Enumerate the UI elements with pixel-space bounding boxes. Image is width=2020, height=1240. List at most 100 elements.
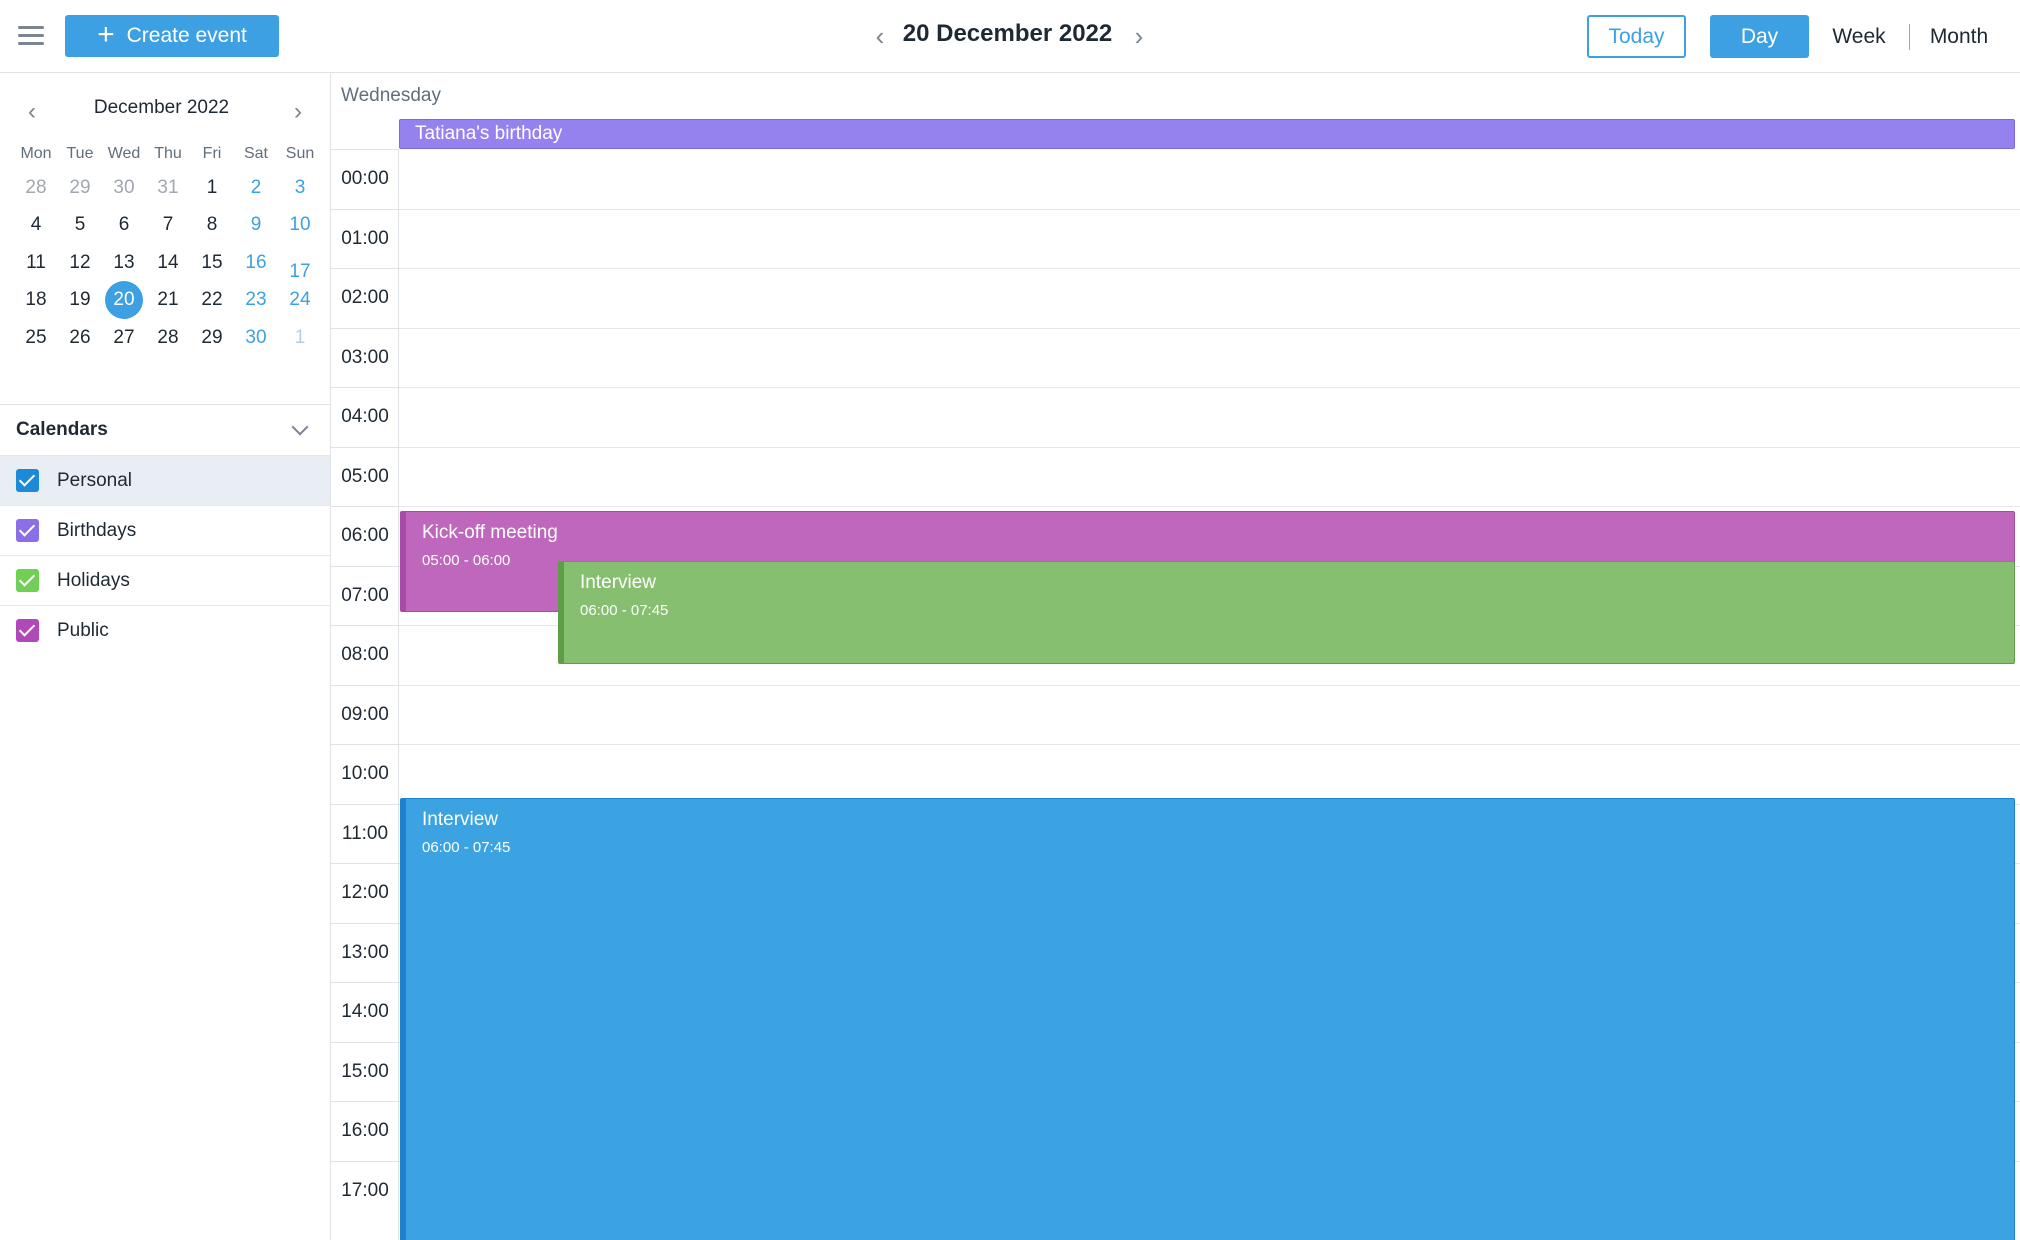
hour-label: 04:00 — [331, 387, 399, 447]
mini-calendar-day[interactable]: 9 — [234, 207, 278, 245]
hour-label: 16:00 — [331, 1101, 399, 1161]
sidebar: ‹ December 2022 › Mon Tue Wed Thu Fri Sa… — [0, 73, 331, 1240]
mini-calendar-week: 18 19 20 21 22 23 24 — [14, 281, 322, 320]
mini-calendar-day[interactable]: 28 — [14, 169, 58, 207]
mini-calendar-day[interactable]: 25 — [14, 319, 58, 357]
calendar-item-personal[interactable]: Personal — [0, 455, 330, 505]
mini-calendar-day[interactable]: 6 — [102, 207, 146, 245]
mini-calendar-grid: 28 29 30 31 1 2 3 4 5 6 7 8 9 10 11 12 1… — [14, 169, 322, 357]
mini-calendar-day-selected[interactable]: 20 — [102, 281, 146, 320]
mini-calendar-day[interactable]: 30 — [234, 319, 278, 357]
mini-calendar-day[interactable]: 5 — [58, 207, 102, 245]
mini-calendar-day[interactable]: 16 — [234, 244, 278, 282]
weekday-label: Fri — [202, 145, 222, 162]
event-title: Tatiana's birthday — [415, 123, 563, 144]
event-title: Kick-off meeting — [422, 522, 558, 543]
weekday-label: Sun — [285, 145, 315, 162]
hour-grid-line — [399, 268, 2020, 269]
hour-grid-line — [399, 446, 2020, 448]
mini-calendar-day[interactable]: 28 — [146, 319, 190, 357]
event-time: 06:00 - 07:45 — [580, 602, 669, 619]
event-interview[interactable]: Interview 06:00 - 07:45 — [558, 561, 2015, 664]
event-time: 06:00 - 07:45 — [422, 839, 511, 856]
mini-next-month-icon[interactable]: › — [288, 99, 308, 125]
calendar-item-label: Birthdays — [57, 519, 137, 541]
mini-calendar-day[interactable]: 29 — [58, 169, 102, 207]
mini-calendar-day[interactable]: 30 — [102, 169, 146, 207]
hamburger-menu-icon[interactable] — [18, 26, 44, 46]
view-week-button[interactable]: Week — [1826, 15, 1892, 58]
checkbox-checked-icon[interactable] — [16, 619, 39, 642]
checkbox-checked-icon[interactable] — [16, 469, 39, 492]
mini-calendar-day[interactable]: 13 — [102, 244, 146, 282]
hour-label: 07:00 — [331, 565, 399, 626]
calendar-item-label: Public — [57, 619, 109, 641]
weekday-label: Thu — [154, 145, 182, 162]
today-button[interactable]: Today — [1587, 15, 1686, 58]
mini-calendar-day[interactable]: 2 — [234, 169, 278, 207]
view-month-button[interactable]: Month — [1922, 15, 1996, 58]
weekday-label: Mon — [20, 145, 52, 162]
mini-prev-month-icon[interactable]: ‹ — [22, 99, 42, 125]
mini-calendar-day[interactable]: 21 — [146, 282, 190, 320]
chevron-down-icon[interactable] — [291, 418, 309, 436]
mini-calendar-day[interactable]: 15 — [190, 244, 234, 282]
mini-calendar-day[interactable]: 31 — [146, 169, 190, 207]
mini-calendar-day[interactable]: 8 — [190, 207, 234, 245]
mini-calendar-day[interactable]: 26 — [58, 319, 102, 357]
weekday-label: Sat — [243, 145, 268, 162]
hour-label: 10:00 — [331, 744, 399, 804]
hour-grid-line — [399, 506, 2020, 507]
day-name: Wednesday — [341, 85, 441, 106]
hour-label: 09:00 — [331, 684, 399, 745]
current-date: 20 December 2022 — [902, 20, 1113, 47]
checkbox-checked-icon[interactable] — [16, 519, 39, 542]
mini-calendar-day[interactable]: 1 — [190, 169, 234, 207]
mini-calendar-day[interactable]: 24 — [278, 282, 322, 320]
hour-grid-line — [399, 387, 2020, 388]
hour-label: 02:00 — [331, 268, 399, 328]
mini-calendar-day[interactable]: 11 — [14, 244, 58, 282]
hour-grid-line — [399, 684, 2020, 686]
mini-calendar-day[interactable]: 7 — [146, 207, 190, 245]
mini-calendar-day[interactable]: 23 — [234, 282, 278, 320]
create-event-button[interactable]: + Create event — [65, 15, 279, 57]
checkbox-checked-icon[interactable] — [16, 569, 39, 592]
mini-calendar-week: 25 26 27 28 29 30 1 — [14, 319, 322, 357]
mini-calendar-day[interactable]: 22 — [190, 282, 234, 320]
hour-label: 12:00 — [331, 863, 399, 923]
calendar-item-public[interactable]: Public — [0, 605, 330, 655]
mini-calendar-day[interactable]: 1 — [278, 319, 322, 357]
mini-calendar-day[interactable]: 12 — [58, 244, 102, 282]
mini-calendar-day[interactable]: 3 — [278, 169, 322, 207]
hour-label: 00:00 — [331, 149, 399, 209]
hour-grid-line — [399, 327, 2020, 329]
event-title: Interview — [422, 809, 499, 830]
all-day-event[interactable]: Tatiana's birthday — [399, 119, 2015, 149]
calendar-item-holidays[interactable]: Holidays — [0, 555, 330, 605]
hour-grid-line — [399, 208, 2020, 210]
hour-label: 11:00 — [331, 803, 399, 864]
next-day-icon[interactable]: › — [1129, 22, 1149, 50]
calendar-item-label: Holidays — [57, 569, 130, 591]
view-day-button[interactable]: Day — [1710, 15, 1809, 58]
mini-calendar-day[interactable]: 14 — [146, 244, 190, 282]
weekday-label: Wed — [107, 145, 141, 162]
calendars-header[interactable]: Calendars — [0, 405, 330, 455]
hour-label: 08:00 — [331, 625, 399, 685]
mini-calendar-day[interactable]: 17 — [278, 244, 322, 282]
weekday-label: Tue — [66, 145, 94, 162]
mini-calendar-day[interactable]: 19 — [58, 282, 102, 320]
mini-calendar-day[interactable]: 10 — [278, 207, 322, 245]
event-title: Interview — [580, 572, 657, 593]
mini-calendar-day[interactable]: 18 — [14, 282, 58, 320]
mini-calendar-day[interactable]: 27 — [102, 319, 146, 357]
mini-calendar-week: 28 29 30 31 1 2 3 — [14, 169, 322, 207]
calendar-item-birthdays[interactable]: Birthdays — [0, 505, 330, 555]
mini-calendar-day[interactable]: 4 — [14, 207, 58, 245]
calendars-title: Calendars — [16, 419, 108, 440]
top-toolbar: + Create event ‹ 20 December 2022 › Toda… — [0, 0, 2020, 73]
event-interview[interactable]: Interview 06:00 - 07:45 — [400, 798, 2015, 1240]
view-separator — [1909, 24, 1910, 50]
mini-calendar-day[interactable]: 29 — [190, 319, 234, 357]
